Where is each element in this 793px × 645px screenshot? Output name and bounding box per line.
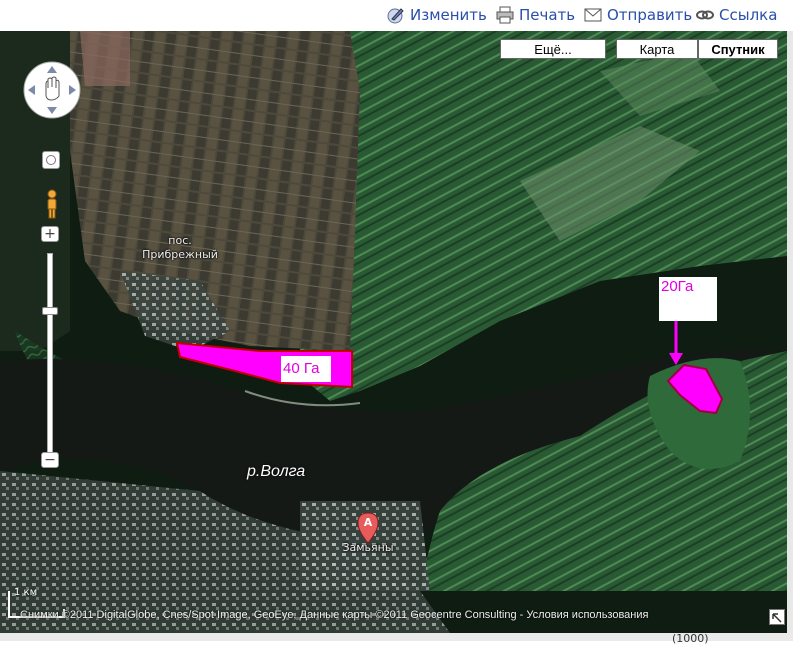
resize-arrow-icon <box>772 613 782 623</box>
settlement-label: пос. Прибрежный <box>142 234 218 261</box>
satellite-map[interactable]: пос. Прибрежный A Замьяны р.Волга 40 Га … <box>0 31 787 633</box>
marker-a-label: Замьяны <box>342 541 394 554</box>
print-link[interactable]: Печать <box>495 4 575 26</box>
more-button[interactable]: Ещё... <box>500 39 606 59</box>
circle-icon <box>46 155 56 165</box>
link-icon <box>696 10 714 20</box>
pan-control[interactable] <box>22 60 82 120</box>
top-toolbar: Изменить Печать Отправить Ссылка <box>0 0 793 31</box>
print-label: Печать <box>519 6 576 24</box>
area-40-label: 40 Га <box>281 356 331 382</box>
print-icon <box>496 6 514 24</box>
marker-a-letter[interactable]: A <box>362 516 374 529</box>
send-label: Отправить <box>607 6 693 24</box>
resize-handle[interactable] <box>769 609 785 625</box>
link-label: Ссылка <box>719 6 778 24</box>
edit-label: Изменить <box>410 6 487 24</box>
hand-icon <box>45 76 60 101</box>
zoom-slider-thumb[interactable] <box>42 307 58 315</box>
area-20-label: 20Га <box>659 277 717 321</box>
zoom-in-button[interactable]: + <box>41 226 59 242</box>
river-label: р.Волга <box>247 463 306 480</box>
pegman-icon[interactable] <box>44 189 60 219</box>
send-link[interactable]: Отправить <box>583 4 692 26</box>
map-type-map-button[interactable]: Карта <box>616 39 698 59</box>
zoom-slider-track[interactable] <box>47 253 53 453</box>
copyright-text: Снимки ©2011 DigitalGlobe, Cnes/Spot Ima… <box>20 609 649 621</box>
edit-icon <box>387 8 404 24</box>
location-button[interactable] <box>42 151 60 169</box>
bottom-text: (1000) <box>672 632 709 645</box>
edit-link[interactable]: Изменить <box>386 4 487 26</box>
right-border <box>787 31 793 641</box>
scale-label: 1 км <box>14 587 38 598</box>
map-type-satellite-button[interactable]: Спутник <box>698 39 778 59</box>
zoom-out-button[interactable]: − <box>41 452 59 468</box>
link-link[interactable]: Ссылка <box>695 4 777 26</box>
email-icon <box>584 8 602 22</box>
